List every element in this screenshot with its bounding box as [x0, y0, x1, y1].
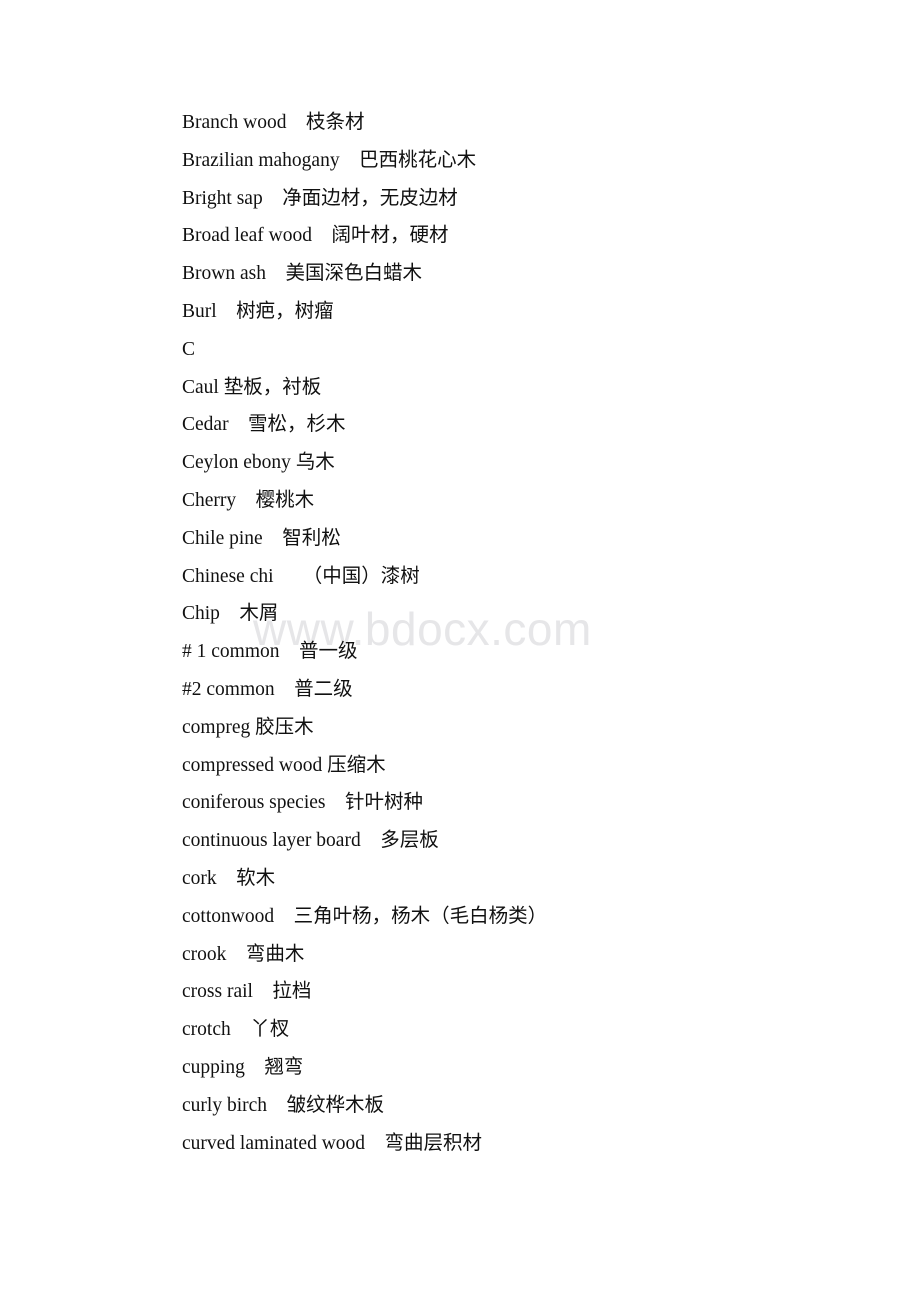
glossary-entry: crotch 丫杈 [182, 1019, 290, 1041]
glossary-entry: continuous layer board 多层板 [182, 830, 439, 852]
glossary-entry: curved laminated wood 弯曲层积材 [182, 1132, 483, 1154]
glossary-entry: Branch wood 枝条材 [182, 112, 365, 133]
glossary-entry: cupping 翘弯 [182, 1056, 304, 1078]
glossary-entry: Bright sap 净面边材，无皮边材 [182, 187, 458, 209]
glossary-entry: cork 软木 [182, 867, 276, 889]
glossary-entry: Broad leaf wood 阔叶材，硬材 [182, 225, 449, 247]
glossary-entry: crook 弯曲木 [182, 943, 305, 965]
glossary-entry: Cedar 雪松，杉木 [182, 414, 346, 436]
glossary-entry: Chile pine 智利松 [182, 527, 341, 549]
glossary-entry-list: Branch wood 枝条材 Brazilian mahogany 巴西桃花心木… [182, 104, 882, 1162]
glossary-section-letter: C [182, 338, 196, 360]
glossary-entry: Brazilian mahogany 巴西桃花心木 [182, 149, 477, 171]
glossary-entry: cottonwood 三角叶杨，杨木（毛白杨类） [182, 905, 548, 927]
glossary-entry: coniferous species 针叶树种 [182, 792, 423, 814]
glossary-entry: #2 common 普二级 [182, 678, 353, 700]
glossary-entry: curly birch 皱纹桦木板 [182, 1094, 385, 1116]
glossary-entry: Ceylon ebony 乌木 [182, 452, 335, 474]
glossary-entry: compressed wood 压缩木 [182, 754, 386, 776]
glossary-entry: Cherry 樱桃木 [182, 489, 315, 511]
glossary-entry: # 1 common 普一级 [182, 641, 358, 663]
glossary-entry: Chip 木屑 [182, 603, 279, 625]
document-page: www.bdocx.com Branch wood 枝条材 Brazilian m… [0, 0, 920, 1302]
glossary-entry: cross rail 拉档 [182, 981, 312, 1003]
glossary-entry: Caul 垫板，衬板 [182, 376, 322, 398]
glossary-entry: Burl 树疤，树瘤 [182, 300, 334, 322]
glossary-entry: Brown ash 美国深色白蜡木 [182, 263, 422, 285]
glossary-entry: Chinese chi （中国）漆树 [182, 565, 420, 587]
glossary-entry: compreg 胶压木 [182, 716, 314, 738]
